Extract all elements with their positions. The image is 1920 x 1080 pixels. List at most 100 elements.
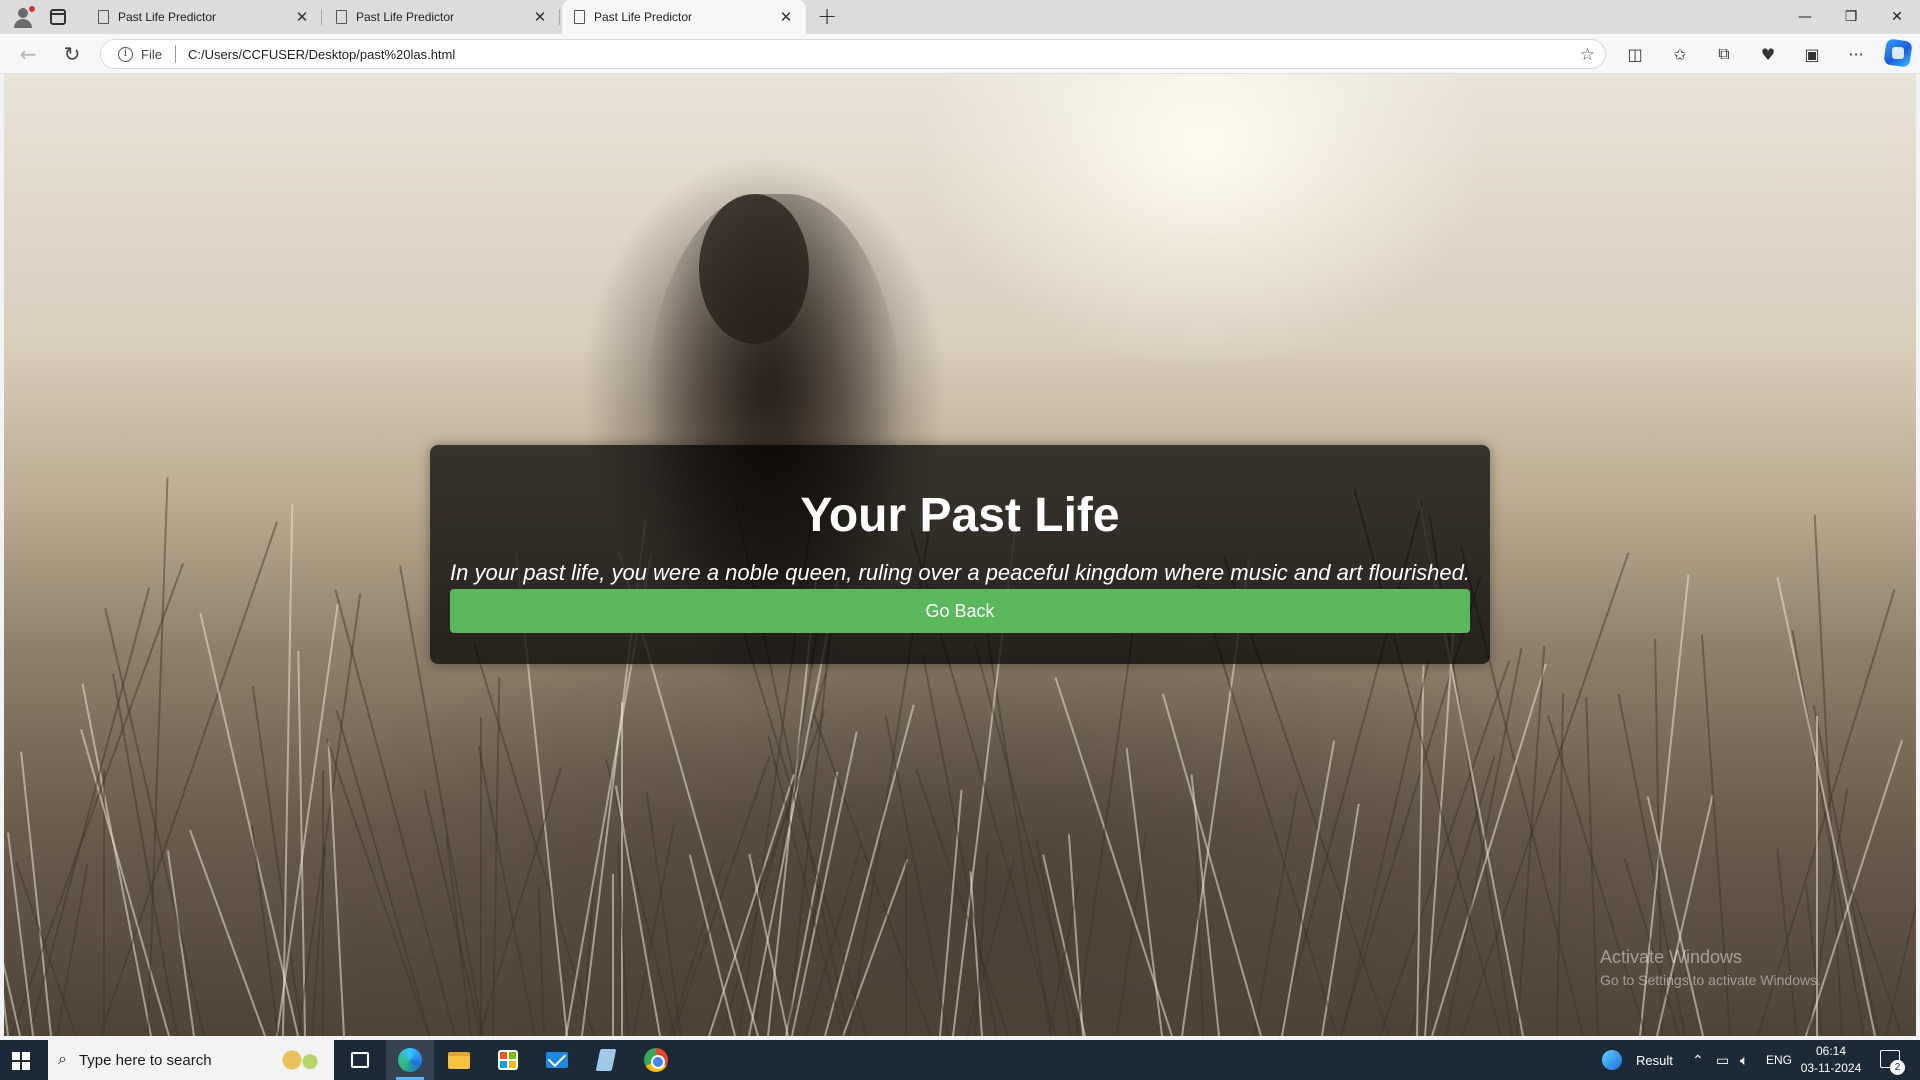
grass-blade [189,829,266,1036]
restore-button[interactable]: ❐ [1828,0,1874,34]
grass-blade [621,702,623,1036]
page-icon [336,10,347,24]
protocol-label: File [141,46,162,62]
grass-blade [1190,774,1220,1036]
mail-icon [546,1052,568,1068]
show-hidden-icons-chevron-icon[interactable]: ⌃ [1692,1040,1704,1080]
more-options-icon[interactable]: ··· [1842,40,1870,68]
search-icon: ⌕ [58,1051,67,1068]
tab-1[interactable]: Past Life Predictor ✕ [86,0,322,34]
background-figure-head [699,194,809,344]
grass-blade [335,709,431,1036]
grass-blade [1646,796,1704,1036]
tab-close-icon[interactable]: ✕ [294,8,310,26]
grass-blade [477,746,536,1036]
weather-widget[interactable]: Result [1602,1040,1673,1080]
refresh-icon[interactable]: ↻ [58,40,86,68]
tab-strip: Past Life Predictor ✕ Past Life Predicto… [0,0,1920,34]
watermark-title: Activate Windows [1600,947,1743,967]
task-view-icon [351,1052,369,1068]
grass-blade [1776,848,1798,1036]
watermark-subtitle: Go to Settings to activate Windows. [1600,972,1821,988]
system-clock[interactable]: 06:14 03-11-2024 [1788,1043,1874,1077]
page-viewport: Your Past Life In your past life, you we… [4,74,1916,1036]
grass-blade [1253,791,1299,1036]
result-text: In your past life, you were a noble quee… [450,560,1470,585]
taskbar-search[interactable]: ⌕ Type here to search [48,1040,334,1080]
grass-blade [939,789,963,1036]
edge-taskbar-button[interactable] [386,1040,434,1080]
weather-label: Result [1636,1052,1673,1068]
weather-icon [1602,1050,1622,1070]
chrome-icon [644,1048,668,1072]
address-bar[interactable]: i File C:/Users/CCFUSER/Desktop/past%20l… [100,39,1606,69]
search-highlight-icon [268,1044,328,1076]
page-icon [574,10,585,24]
result-title: Your Past Life [800,489,1120,542]
notepad-icon [595,1049,617,1071]
taskbar: ⌕ Type here to search Result ⌃ ▭ 🔈︎ ENG … [0,1040,1920,1080]
split-screen-icon[interactable]: ◫ [1621,40,1649,68]
grass-blade [423,790,482,1036]
url-text[interactable]: C:/Users/CCFUSER/Desktop/past%20las.html [188,47,1605,62]
network-icon[interactable]: ▭ [1716,1040,1729,1080]
back-arrow-icon[interactable]: ← [14,40,42,68]
notification-badge: 2 [1890,1060,1905,1075]
new-tab-button[interactable]: + [814,4,840,30]
address-separator [174,45,176,63]
mail-taskbar-button[interactable] [533,1040,581,1080]
grass-blade [905,847,907,1036]
browser-toolbar: ← ↻ i File C:/Users/CCFUSER/Desktop/past… [0,34,1920,74]
tab-title: Past Life Predictor [356,10,455,24]
grass-blade [1885,629,1916,1036]
grass-blade [147,477,169,1036]
file-explorer-taskbar-button[interactable] [435,1040,483,1080]
close-window-button[interactable]: ✕ [1874,0,1920,34]
page-icon [98,10,109,24]
grass-blade [645,791,682,1036]
grass-blade [56,863,89,1036]
favorites-icon[interactable]: ✩ [1666,40,1694,68]
tab-actions-icon[interactable] [50,9,66,25]
browser-essentials-icon[interactable]: ♥ [1754,40,1782,68]
minimize-button[interactable]: — [1782,0,1828,34]
chrome-taskbar-button[interactable] [632,1040,680,1080]
grass-blade [1585,697,1599,1036]
tab-title: Past Life Predictor [594,10,693,24]
clock-time: 06:14 [1815,1044,1847,1058]
tab-3-active[interactable]: Past Life Predictor ✕ [562,0,806,34]
copilot-icon[interactable] [1883,38,1913,68]
tab-title: Past Life Predictor [118,10,217,24]
grass-blade [1516,645,1546,1036]
search-placeholder: Type here to search [78,1051,212,1069]
volume-muted-icon[interactable]: 🔈︎ [1740,1040,1748,1080]
grass-blade [1816,716,1818,1036]
grass-blade [973,642,1081,1036]
favorite-star-icon[interactable]: ☆ [1580,45,1595,65]
tab-2[interactable]: Past Life Predictor ✕ [324,0,560,34]
grass-blade [1116,832,1147,1036]
start-windows-icon[interactable] [12,1052,30,1070]
activate-windows-watermark: Activate Windows Go to Settings to activ… [1600,947,1821,988]
sidebar-toggle-icon[interactable]: ▣ [1798,40,1826,68]
grass-blade [104,608,205,1036]
grass-blade [1379,660,1511,1036]
grass-blade [915,769,1009,1036]
grass-blade [99,521,279,1036]
info-icon[interactable]: i [118,46,133,62]
grass-blade [251,686,303,1036]
collections-icon[interactable]: ⧉ [1710,40,1738,68]
folder-icon [448,1051,470,1069]
task-view-button[interactable] [336,1040,384,1080]
tab-close-icon[interactable]: ✕ [778,8,794,26]
result-card: Your Past Life In your past life, you we… [430,445,1490,664]
grass-blade [884,715,949,1036]
clock-date: 03-11-2024 [1800,1061,1862,1075]
store-icon [498,1050,518,1070]
go-back-button[interactable]: Go Back [450,589,1470,633]
store-taskbar-button[interactable] [484,1040,532,1080]
profile-avatar-icon[interactable] [12,6,35,28]
edge-icon [398,1048,422,1072]
tab-close-icon[interactable]: ✕ [532,8,548,26]
notepad-taskbar-button[interactable] [582,1040,630,1080]
